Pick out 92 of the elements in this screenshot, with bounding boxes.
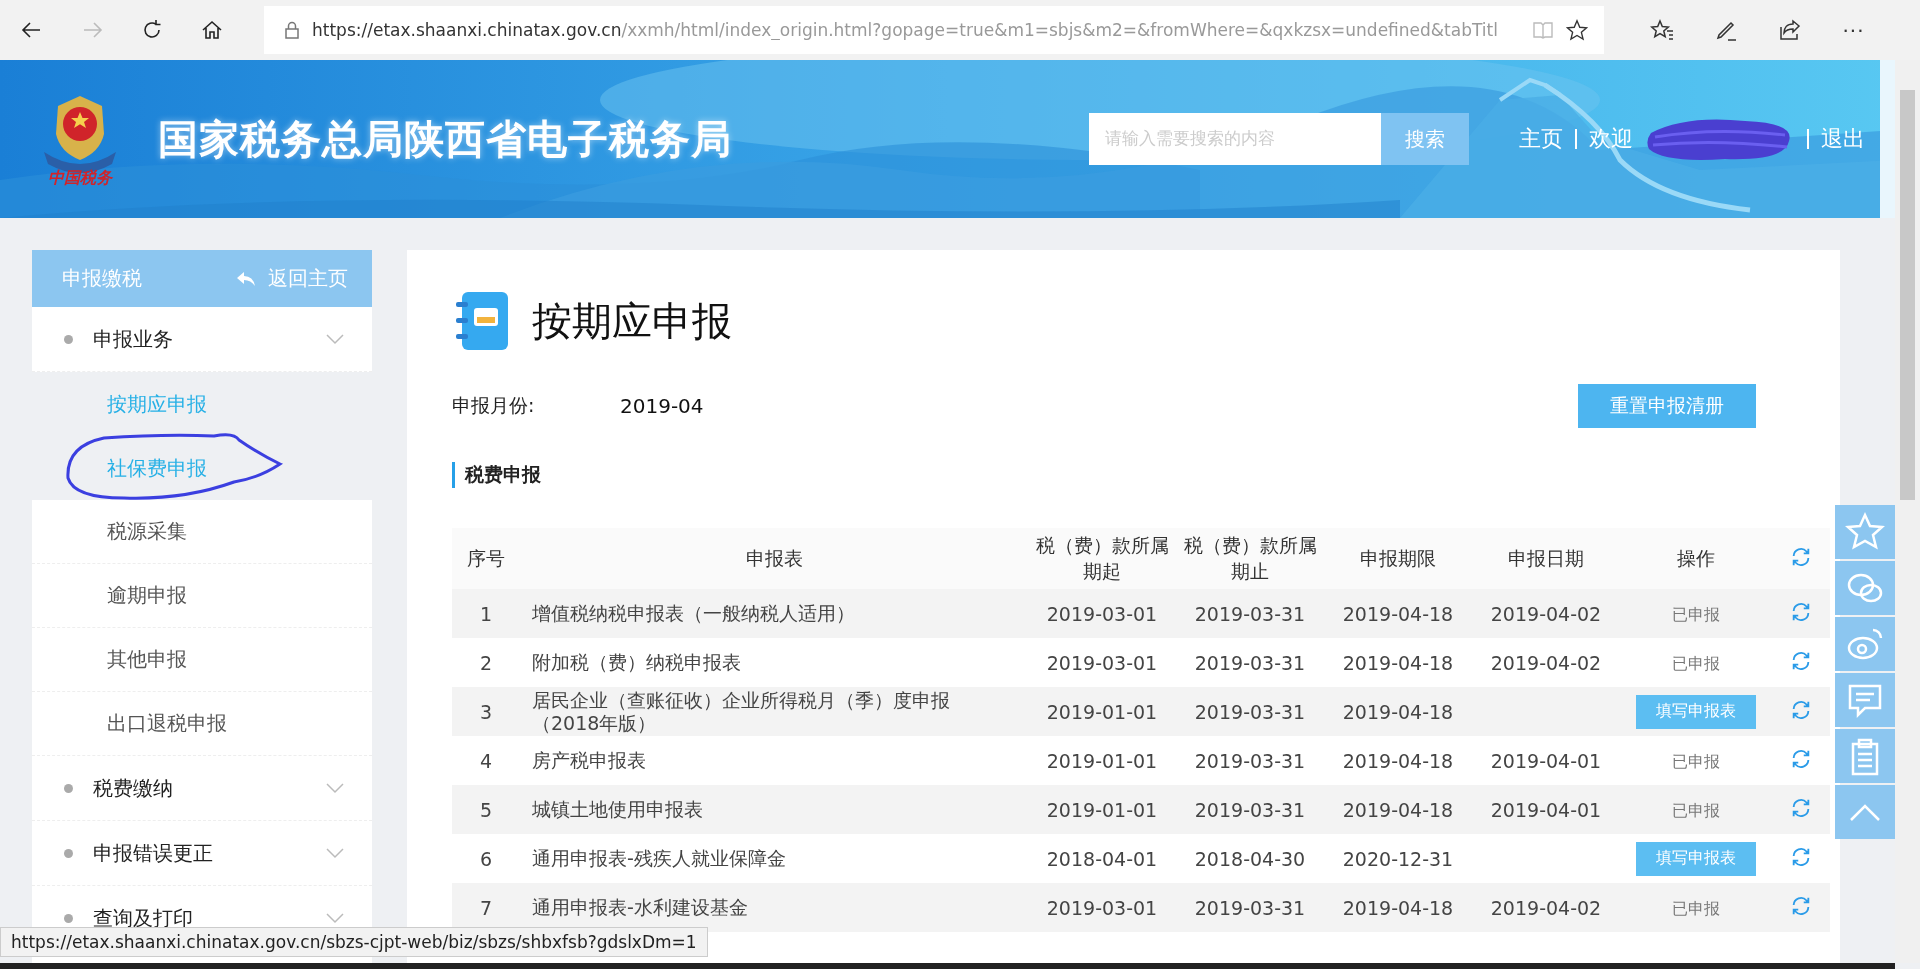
clipboard-icon[interactable]: [1835, 729, 1895, 783]
table-cell: 2019-03-31: [1176, 589, 1324, 638]
table-cell: 2019-04-18: [1324, 589, 1472, 638]
address-bar[interactable]: https://etax.shaanxi.chinatax.gov.cn/xxmh/html/index_origin.html?gopage=true&m1=sbjs&m2=&fromWhere=&qxkzsx=undefined&tabTitl: [264, 6, 1604, 54]
favorites-icon[interactable]: [1650, 18, 1674, 42]
favorite-star-icon[interactable]: [1566, 19, 1588, 41]
table-cell: 附加税（费）纳税申报表: [520, 638, 1028, 687]
chevron-down-icon: [326, 333, 344, 345]
back-to-top-icon[interactable]: [1835, 785, 1895, 839]
table-cell: 2019-04-02: [1472, 638, 1620, 687]
table-cell: 2019-03-31: [1176, 638, 1324, 687]
table-cell: 2019-04-18: [1324, 736, 1472, 785]
logo-caption: 中国税务: [48, 167, 112, 189]
table-cell: 2019-03-01: [1028, 883, 1176, 932]
table-cell: 2019-04-18: [1324, 785, 1472, 834]
status-text: 已申报: [1672, 653, 1720, 673]
table-cell: 2019-03-01: [1028, 638, 1176, 687]
refresh-icon[interactable]: [1790, 600, 1812, 623]
section-title: 税费申报: [452, 462, 1800, 488]
welcome-text: 欢迎: [1589, 125, 1633, 153]
table-cell: 6: [452, 834, 520, 883]
table-cell: 4: [452, 736, 520, 785]
table-cell: 2018-04-01: [1028, 834, 1176, 883]
refresh-icon[interactable]: [1790, 845, 1812, 868]
table-cell: 1: [452, 589, 520, 638]
column-header: 税（费）款所属期止: [1176, 528, 1324, 589]
home-icon: [200, 18, 224, 42]
refresh-icon[interactable]: [1790, 747, 1812, 770]
table-cell: 2019-04-02: [1472, 589, 1620, 638]
site-title: 国家税务总局陕西省电子税务局: [158, 114, 732, 164]
refresh-icon[interactable]: [1790, 698, 1812, 721]
bullet-icon: [64, 334, 73, 344]
message-icon[interactable]: [1835, 673, 1895, 727]
url-path: /xxmh/html/index_origin.html?gopage=true&m1=sbjs&m2=&fromWhere=&qxkzsx=undefined&tabTitl: [621, 20, 1498, 40]
status-text: 已申报: [1672, 800, 1720, 820]
table-cell: 5: [452, 785, 520, 834]
refresh-icon[interactable]: [1790, 649, 1812, 672]
chevron-down-icon: [326, 847, 344, 859]
month-label: 申报月份:: [452, 393, 536, 418]
status-text: 已申报: [1672, 751, 1720, 771]
table-cell: 2019-03-31: [1176, 736, 1324, 785]
status-text: 已申报: [1672, 898, 1720, 918]
refresh-icon[interactable]: [1790, 894, 1812, 917]
status-text: 已申报: [1672, 604, 1720, 624]
table-cell: 2019-01-01: [1028, 687, 1176, 736]
table-cell: 增值税纳税申报表（一般纳税人适用）: [520, 589, 1028, 638]
reading-view-icon[interactable]: [1532, 20, 1554, 40]
table-cell: 2019-04-01: [1472, 785, 1620, 834]
bullet-icon: [64, 848, 73, 858]
table-cell: 城镇土地使用申报表: [520, 785, 1028, 834]
table-cell: 2018-04-30: [1176, 834, 1324, 883]
table-cell: 2019-03-31: [1176, 883, 1324, 932]
column-header: 操作: [1620, 528, 1772, 589]
refresh-icon[interactable]: [1790, 545, 1812, 568]
table-cell: 2019-04-01: [1472, 736, 1620, 785]
chevron-down-icon: [326, 912, 344, 924]
chevron-down-icon: [326, 782, 344, 794]
more-button[interactable]: ···: [1842, 17, 1864, 43]
column-header: 税（费）款所属期起: [1028, 528, 1176, 589]
table-cell: 2019-01-01: [1028, 785, 1176, 834]
status-url-tooltip: https://etax.shaanxi.chinatax.gov.cn/sbzs-cjpt-web/biz/sbzs/shbxfsb?gdslxDm=1: [0, 927, 708, 957]
table-cell: 通用申报表-残疾人就业保障金: [520, 834, 1028, 883]
reply-arrow-icon: [236, 269, 256, 288]
column-header: 申报期限: [1324, 528, 1472, 589]
table-cell: 2019-04-18: [1324, 638, 1472, 687]
month-value: 2019-04: [620, 394, 704, 418]
table-cell: 2019-04-02: [1472, 883, 1620, 932]
table-cell: 通用申报表-水利建设基金: [520, 883, 1028, 932]
table-cell: 2019-04-18: [1324, 883, 1472, 932]
url-host: https://etax.shaanxi.chinatax.gov.cn: [312, 20, 622, 40]
table-cell: 2019-03-01: [1028, 589, 1176, 638]
column-header: 申报表: [520, 528, 1028, 589]
table-cell: 3: [452, 687, 520, 736]
table-cell: 2: [452, 638, 520, 687]
table-cell: 居民企业（查账征收）企业所得税月（季）度申报（2018年版）: [520, 687, 1028, 736]
table-cell: 房产税申报表: [520, 736, 1028, 785]
bullet-icon: [64, 913, 73, 923]
chat-bubbles-icon[interactable]: [1835, 561, 1895, 615]
lock-icon: [284, 20, 300, 40]
eye-logo-icon[interactable]: [1835, 617, 1895, 671]
table-cell: 2019-04-18: [1324, 687, 1472, 736]
table-cell: 2019-03-31: [1176, 687, 1324, 736]
table-cell: 2020-12-31: [1324, 834, 1472, 883]
share-icon[interactable]: [1778, 18, 1802, 42]
column-header: 申报日期: [1472, 528, 1620, 589]
refresh-icon[interactable]: [1790, 796, 1812, 819]
table-cell: 2019-03-31: [1176, 785, 1324, 834]
column-header: 序号: [452, 528, 520, 589]
page-title: 按期应申报: [532, 296, 732, 346]
sidebar-title: 申报缴税: [62, 265, 142, 292]
table-cell: 2019-01-01: [1028, 736, 1176, 785]
bullet-icon: [64, 783, 73, 793]
